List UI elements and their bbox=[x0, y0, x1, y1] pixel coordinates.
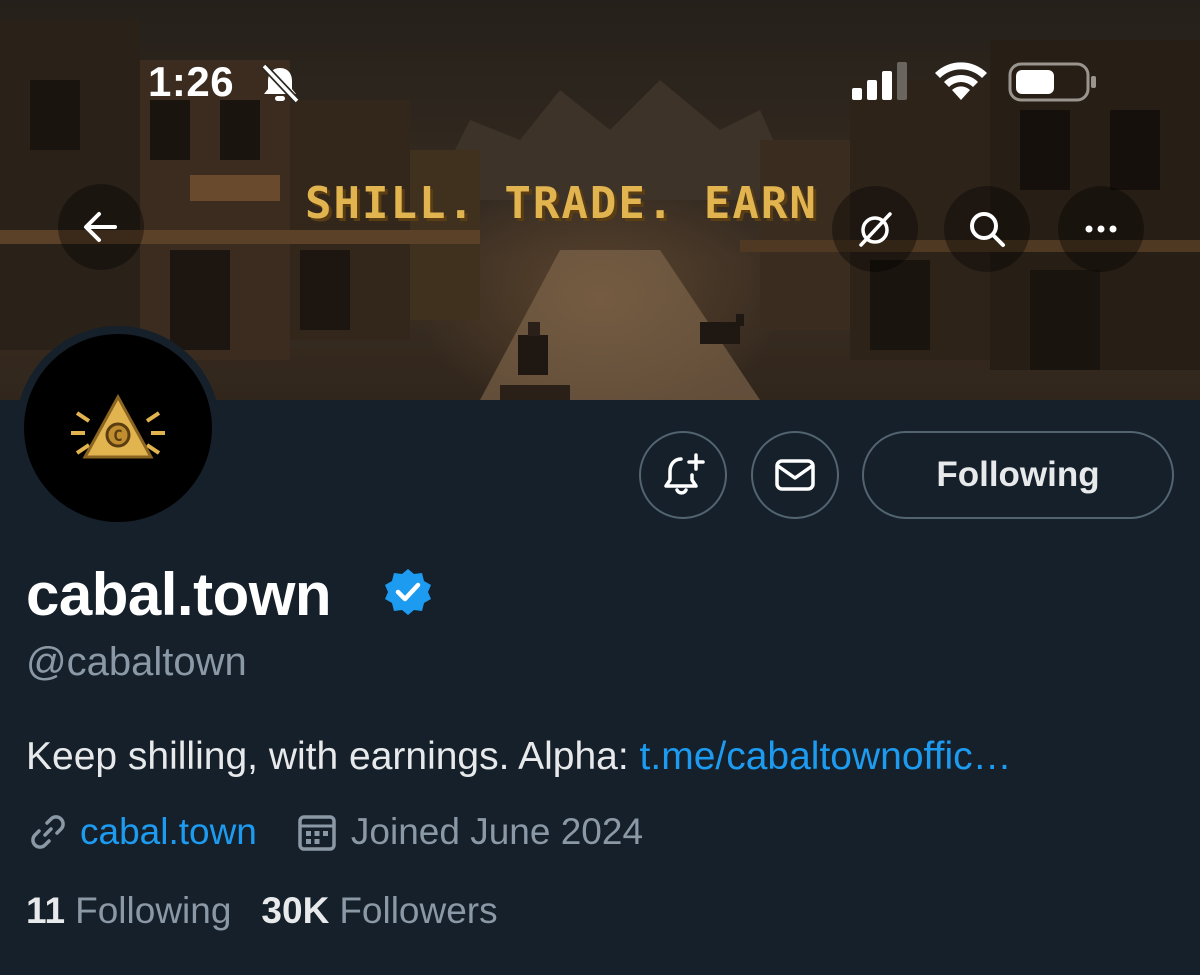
website-link[interactable]: cabal.town bbox=[80, 811, 257, 853]
bio-link[interactable]: t.me/cabaltownoffic… bbox=[640, 735, 1012, 778]
search-icon bbox=[970, 212, 1005, 247]
envelope-icon bbox=[775, 459, 815, 491]
link-icon bbox=[31, 815, 65, 849]
more-button[interactable] bbox=[1058, 186, 1144, 272]
message-button[interactable] bbox=[751, 431, 839, 519]
bell-slash-icon bbox=[261, 63, 300, 104]
follow-stats: 11 Following 30K Followers bbox=[26, 890, 498, 932]
profile-meta: cabal.town Joined June 2024 bbox=[26, 808, 643, 856]
followers-label: Followers bbox=[339, 890, 498, 931]
banner-slogan: SHILL. TRADE. EARN bbox=[305, 178, 818, 229]
bio-text: Keep shilling, with earnings. Alpha: bbox=[26, 735, 640, 778]
grok-icon bbox=[859, 212, 892, 247]
svg-text:C: C bbox=[113, 426, 123, 445]
bell-plus-icon bbox=[664, 453, 705, 495]
avatar[interactable]: C bbox=[16, 326, 220, 530]
status-time: 1:26 bbox=[148, 58, 235, 105]
display-name: cabal.town bbox=[26, 561, 332, 628]
grok-button[interactable] bbox=[832, 186, 918, 272]
joined-date: Joined June 2024 bbox=[350, 811, 644, 852]
followers-count: 30K bbox=[261, 890, 330, 931]
notifications-button[interactable] bbox=[639, 431, 727, 519]
battery-icon bbox=[1008, 62, 1096, 102]
bio: Keep shilling, with earnings. Alpha: t.m… bbox=[26, 735, 1186, 779]
following-button[interactable]: Following bbox=[862, 431, 1174, 519]
avatar-image: C bbox=[24, 334, 212, 522]
following-label: Following bbox=[75, 890, 232, 931]
following-stat[interactable]: 11 Following bbox=[26, 890, 231, 932]
search-button[interactable] bbox=[944, 186, 1030, 272]
verified-badge-icon[interactable] bbox=[383, 567, 433, 617]
following-count: 11 bbox=[26, 890, 66, 931]
wifi-icon bbox=[935, 62, 987, 100]
arrow-left-icon bbox=[84, 212, 117, 242]
ellipsis-icon bbox=[1085, 225, 1117, 233]
illuminati-pyramid-logo: C bbox=[71, 393, 165, 459]
back-button[interactable] bbox=[58, 184, 144, 270]
followers-stat[interactable]: 30K Followers bbox=[261, 890, 497, 932]
cellular-signal-icon bbox=[852, 62, 907, 100]
calendar-icon bbox=[298, 815, 336, 851]
handle: @cabaltown bbox=[26, 640, 247, 684]
